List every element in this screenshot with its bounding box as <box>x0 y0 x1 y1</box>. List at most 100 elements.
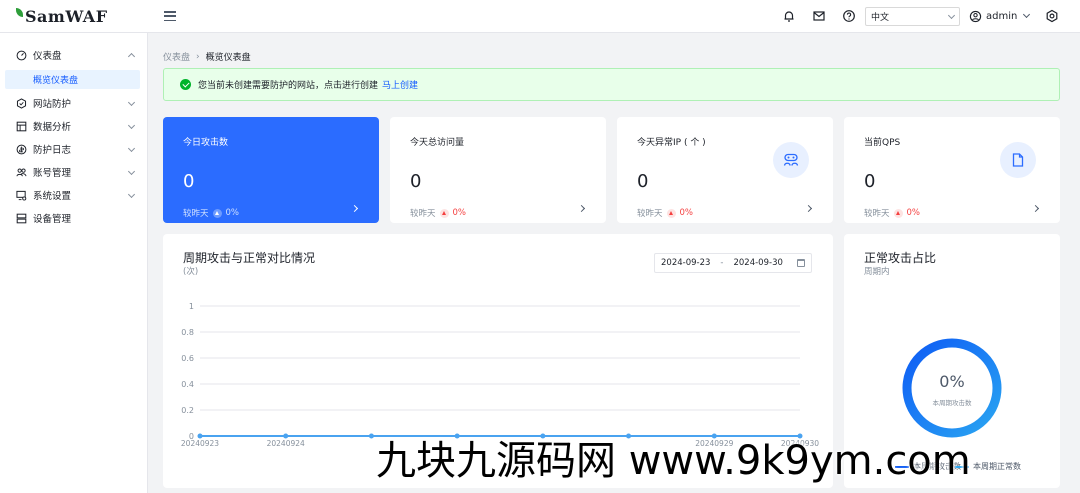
trend-panel-unit: (次) <box>183 267 199 277</box>
menu-toggle-button[interactable] <box>163 9 177 23</box>
stat-card-current-qps: 当前QPS 0 较昨天 0% <box>844 117 1060 223</box>
chevron-right-icon[interactable] <box>804 204 813 213</box>
data-point[interactable] <box>540 433 546 439</box>
chevron-right-icon[interactable] <box>577 204 586 213</box>
card-value: 0 <box>637 171 649 192</box>
card-title: 今天总访问量 <box>410 138 465 148</box>
date-range-picker[interactable]: 2024-09-23 - 2024-09-30 <box>654 253 812 273</box>
chevron-down-icon <box>127 190 136 199</box>
breadcrumb-root[interactable]: 仪表盘 <box>163 50 190 63</box>
compare-label: 较昨天 <box>637 209 663 219</box>
stat-card-today-visits: 今天总访问量 0 较昨天 0% <box>390 117 606 223</box>
x-tick-label: 20240930 <box>781 439 819 448</box>
chevron-down-icon <box>127 98 136 107</box>
chevron-right-icon[interactable] <box>1031 204 1040 213</box>
sidebar-item-label: 设备管理 <box>33 214 72 225</box>
chevron-right-icon[interactable] <box>350 204 359 213</box>
sidebar-subitem-overview[interactable]: 概览仪表盘 <box>5 70 140 89</box>
y-tick-label: 0.4 <box>181 380 194 389</box>
x-tick-label: 20240924 <box>267 439 305 448</box>
card-title: 今天异常IP ( 个 ) <box>637 138 706 148</box>
sidebar-item-dashboard[interactable]: 仪表盘 <box>0 44 148 66</box>
legend-attacks[interactable]: 本周期攻击数 <box>895 461 961 472</box>
y-tick-label: 0.2 <box>181 406 194 415</box>
compare-label: 较昨天 <box>410 209 436 219</box>
card-title: 当前QPS <box>864 138 901 148</box>
alert-message: 您当前未创建需要防护的网站，点击进行创建 <box>198 81 379 91</box>
sidebar-item-protection-log[interactable]: 防护日志 <box>0 138 148 160</box>
sidebar-item-device-management[interactable]: 设备管理 <box>0 207 148 229</box>
file-icon <box>1000 142 1036 178</box>
y-tick-label: 1 <box>189 302 194 311</box>
trend-up-icon <box>893 208 903 218</box>
data-point[interactable] <box>368 433 374 439</box>
card-compare: 较昨天 0% <box>183 207 239 219</box>
breadcrumb: 仪表盘 › 概览仪表盘 <box>163 50 251 64</box>
card-compare: 较昨天 0% <box>864 207 920 219</box>
data-point[interactable] <box>283 433 289 439</box>
sidebar-item-analytics[interactable]: 数据分析 <box>0 115 148 137</box>
legend-label: 本周期正常数 <box>973 462 1021 471</box>
ratio-panel-title: 正常攻击占比 <box>864 251 937 265</box>
dashboard-icon <box>16 50 27 60</box>
language-value: 中文 <box>871 13 890 23</box>
create-now-link[interactable]: 马上创建 <box>382 78 418 91</box>
sidebar-item-site-protection[interactable]: 网站防护 <box>0 92 148 114</box>
sidebar-item-label: 仪表盘 <box>33 51 62 62</box>
x-tick-label: 20240923 <box>181 439 219 448</box>
compare-percent: 0% <box>452 208 467 218</box>
legend-label: 本周期攻击数 <box>913 462 961 471</box>
user-circle-icon <box>969 10 982 22</box>
data-point[interactable] <box>711 433 717 439</box>
x-tick-label: 20240929 <box>695 439 733 448</box>
logo[interactable]: SamWAF <box>16 5 108 27</box>
sidebar-item-label: 系统设置 <box>33 191 72 202</box>
chevron-down-icon <box>1023 10 1031 19</box>
donut-center-value: 0% <box>939 372 965 391</box>
donut-center-label: 本周期攻击数 <box>932 399 972 407</box>
username: admin <box>986 10 1018 22</box>
settings-icon[interactable] <box>1045 9 1059 23</box>
sidebar-item-label: 网站防护 <box>33 99 72 110</box>
logo-text: SamWAF <box>25 6 108 26</box>
user-menu[interactable]: admin <box>969 8 1031 24</box>
card-value: 0 <box>410 171 422 192</box>
bell-icon[interactable] <box>782 9 796 23</box>
sidebar-item-label: 防护日志 <box>33 145 72 156</box>
date-separator: - <box>720 258 724 268</box>
sidebar-item-system-settings[interactable]: 系统设置 <box>0 184 148 206</box>
date-start: 2024-09-23 <box>661 258 711 268</box>
chevron-up-icon <box>127 52 136 61</box>
mail-icon[interactable] <box>812 9 826 23</box>
compare-percent: 0% <box>225 208 240 218</box>
language-select[interactable]: 中文 <box>865 7 960 26</box>
help-icon[interactable] <box>842 9 856 23</box>
chevron-down-icon <box>127 121 136 130</box>
trend-panel-title: 周期攻击与正常对比情况 <box>183 251 316 265</box>
device-icon <box>16 213 27 223</box>
card-value: 0 <box>183 171 195 192</box>
chevron-down-icon <box>127 144 136 153</box>
users-icon <box>16 168 27 176</box>
legend-normal[interactable]: 本周期正常数 <box>955 461 1021 472</box>
compare-label: 较昨天 <box>864 209 890 219</box>
calendar-icon <box>797 259 805 267</box>
chevron-down-icon <box>947 11 956 19</box>
data-point[interactable] <box>626 433 632 439</box>
ratio-panel-subtitle: 周期内 <box>864 267 890 277</box>
log-icon <box>16 144 27 154</box>
legend-swatch <box>895 465 909 468</box>
card-title: 今日攻击数 <box>183 138 229 148</box>
date-end: 2024-09-30 <box>733 258 783 268</box>
card-compare: 较昨天 0% <box>637 207 693 219</box>
sidebar-item-accounts[interactable]: 账号管理 <box>0 161 148 183</box>
stat-card-today-attacks: 今日攻击数 0 较昨天 0% <box>163 117 379 223</box>
success-check-icon <box>180 79 191 90</box>
legend-swatch <box>955 465 969 468</box>
data-point[interactable] <box>797 433 803 439</box>
sidebar: 仪表盘 概览仪表盘 网站防护 数据分析 防护日志 账号管理 系统设置 设备管理 <box>0 33 148 493</box>
data-point[interactable] <box>454 433 460 439</box>
create-site-alert: 您当前未创建需要防护的网站，点击进行创建 马上创建 <box>163 68 1060 101</box>
data-point[interactable] <box>197 433 203 439</box>
trend-up-icon <box>439 208 449 218</box>
